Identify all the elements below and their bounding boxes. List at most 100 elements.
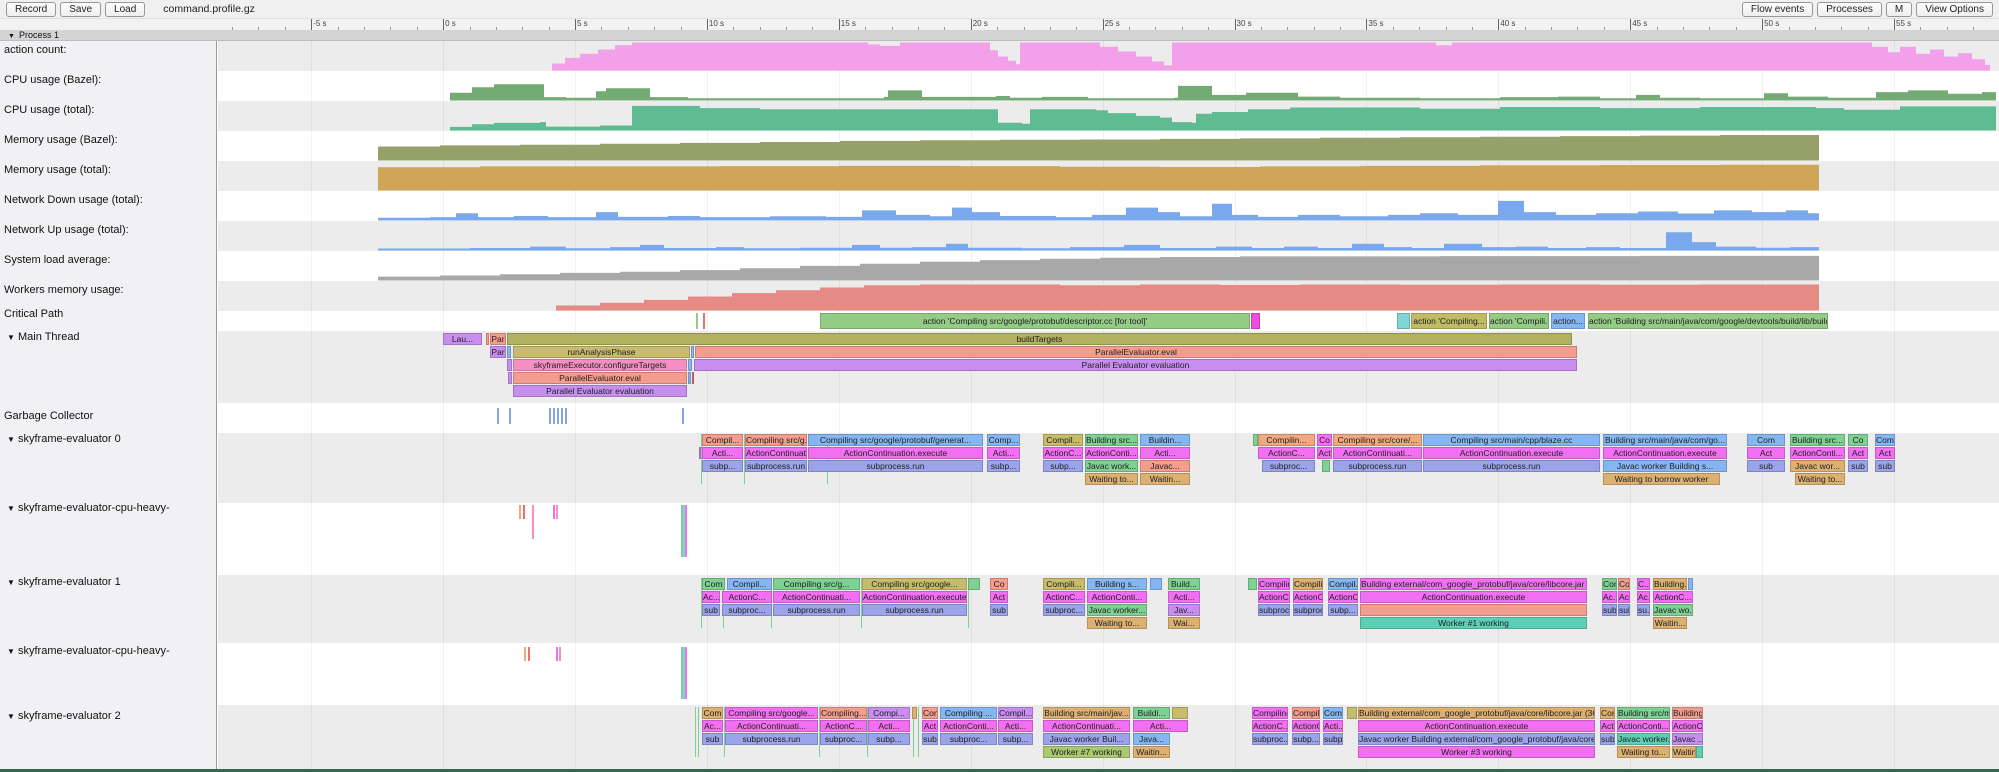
trace-slice-actionc[interactable]: ActionC... [1258,591,1290,603]
trace-slice-waitin[interactable]: Waitin... [1133,746,1170,758]
trace-slice-kha[interactable] [1172,707,1188,719]
trace-slice-subp[interactable]: subp... [987,460,1020,472]
trace-slice-actioncontinuati[interactable]: ActionContinuati... [745,447,807,459]
trace-slice-actionc[interactable]: ActionC... [722,591,772,603]
trace-slice-subp[interactable]: subp... [1323,733,1343,745]
trace-slice-waiting-to[interactable]: Waiting to... [1795,473,1845,485]
event-tick[interactable] [698,707,699,757]
trace-slice-blu[interactable] [507,346,511,358]
trace-slice-su[interactable]: su... [1637,604,1650,616]
event-tick[interactable] [556,505,558,519]
trace-slice-subproc[interactable]: subproc... [1293,604,1323,616]
trace-slice-worker-3-working[interactable]: Worker #3 working [1358,746,1595,758]
trace-slice-sub[interactable]: sub [1875,460,1895,472]
trace-slice-javac-worker[interactable]: Javac worker... [1087,604,1147,616]
trace-slice-javac-worker-building-external-com-googl[interactable]: Javac worker Building external/com_googl… [1358,733,1595,745]
trace-slice-subprocess-run[interactable]: subprocess.run [862,604,967,616]
event-tick[interactable] [523,505,525,519]
trace-slice-subproc[interactable]: subproc... [1258,604,1290,616]
trace-slice-compiling[interactable]: Compiling ... [1258,578,1290,590]
trace-slice-com[interactable]: Com [1600,707,1615,719]
trace-slice-building-src[interactable]: Building src... [1790,434,1845,446]
trace-slice-tan[interactable] [912,707,917,719]
trace-slice-building-external-com-google-protobuf-ja[interactable]: Building external/com_google_protobuf/ja… [1360,578,1587,590]
action-count-chart[interactable] [0,41,1999,71]
trace-slice-grn[interactable] [968,578,980,590]
trace-slice-compil[interactable]: Compil... [998,707,1033,719]
trace-slice-buildi[interactable]: Buildi... [1133,707,1170,719]
trace-slice-blu[interactable] [691,346,694,358]
flow-events-button[interactable]: Flow events [1742,2,1813,17]
trace-slice-com[interactable]: Com [702,578,725,590]
view-options-button[interactable]: View Options [1916,2,1993,17]
trace-slice-com[interactable]: Com... [1323,707,1343,719]
trace-slice-building-s[interactable]: Building s... [1087,578,1147,590]
trace-slice-lau[interactable]: Lau... [443,333,482,345]
trace-slice-actioncontinuation-execute[interactable]: ActionContinuation.execute [862,591,967,603]
trace-slice-mag2[interactable] [1251,313,1260,329]
trace-slice-waitin[interactable]: Waitin... [1672,746,1696,758]
track-label-main-thread-10[interactable]: ▼Main Thread [4,331,80,343]
trace-slice-acti[interactable]: Acti... [1168,591,1200,603]
trace-slice-actionc[interactable]: ActionC... [1672,720,1703,732]
event-tick[interactable] [559,647,561,661]
trace-slice-act[interactable]: Act [990,591,1008,603]
trace-slice-actionconti[interactable]: ActionConti... [1617,720,1670,732]
trace-slice-actionc[interactable]: ActionC... [820,720,867,732]
trace-slice-subproc[interactable]: subproc... [1043,604,1085,616]
trace-slice-blu[interactable] [688,372,691,384]
trace-slice-ac[interactable]: Ac... [702,720,723,732]
collapse-arrow-icon[interactable]: ▼ [4,647,18,656]
trace-slice-acti[interactable]: Acti... [1133,720,1188,732]
trace-slice-actionc[interactable]: ActionC... [1653,591,1693,603]
trace-slice-subproc[interactable]: subproc... [722,604,772,616]
trace-slice-actioncontinuation-execute[interactable]: ActionContinuation.execute [1603,447,1727,459]
trace-slice-subproc[interactable]: subproc... [940,733,997,745]
trace-slice-buildin[interactable]: Buildin... [1140,434,1190,446]
net-down-chart[interactable] [0,191,1999,221]
trace-slice-actioncontinuati[interactable]: ActionContinuati... [1043,720,1130,732]
event-tick[interactable] [557,408,559,424]
trace-slice-actioncontinuation-execute[interactable]: ActionContinuation.execute [1360,591,1587,603]
trace-slice-compiling-src-core[interactable]: Compiling src/core/... [1333,434,1422,446]
trace-slice-wai[interactable]: Wai... [1168,617,1200,629]
collapse-arrow-icon[interactable]: ▼ [4,504,18,513]
trace-slice-skyframeexecutor-configuretargets[interactable]: skyframeExecutor.configureTargets [513,359,687,371]
trace-slice-sub[interactable]: sub [702,733,723,745]
trace-slice-subprocess-run[interactable]: subprocess.run [1423,460,1600,472]
trace-slice-actioncontinuation-execute[interactable]: ActionContinuation.execute [1358,720,1595,732]
trace-slice-building[interactable]: Building ... [1672,707,1703,719]
trace-slice-subprocess-run[interactable]: subprocess.run [1333,460,1422,472]
record-button[interactable]: Record [6,2,56,17]
processes-button[interactable]: Processes [1817,2,1882,17]
trace-slice-subp[interactable]: subp... [1043,460,1083,472]
trace-slice-compilin[interactable]: Compilin... [1293,578,1323,590]
trace-slice-actionconti[interactable]: ActionConti... [1790,447,1845,459]
trace-slice-javac-wo[interactable]: Javac wo... [1653,604,1693,616]
trace-slice-grn[interactable] [1322,460,1330,472]
cpu-bazel-chart[interactable] [0,71,1999,101]
trace-slice-compil[interactable]: Compil... [727,578,772,590]
trace-slice-compili[interactable]: Compili... [1043,578,1085,590]
trace-slice-sub[interactable]: sub [1602,604,1617,616]
trace-slice-building[interactable]: Building... [1653,578,1687,590]
trace-slice-subproc[interactable]: subproc... [1262,460,1315,472]
event-tick[interactable] [685,505,687,557]
trace-slice-building-src-main-java-com-go[interactable]: Building src/main/java/com/go... [1603,434,1727,446]
trace-slice-acti[interactable]: Acti... [1323,720,1343,732]
trace-slice-com[interactable]: Com [1875,434,1895,446]
trace-slice-actioncontinuati[interactable]: ActionContinuati... [725,720,818,732]
collapse-arrow-icon[interactable]: ▼ [4,435,18,444]
trace-slice-compil[interactable]: Compil... [1328,578,1358,590]
trace-slice-compil[interactable]: Compil... [702,434,743,446]
track-label-skyframe-evaluator-2-16[interactable]: ▼skyframe-evaluator 2 [4,710,121,722]
trace-slice-sub[interactable]: sub [1600,733,1615,745]
event-tick[interactable] [519,505,521,519]
trace-slice-parallelevaluator-eval[interactable]: ParallelEvaluator.eval [513,372,687,384]
event-tick[interactable] [532,505,534,539]
sys-load-chart[interactable] [0,251,1999,281]
trace-slice-compiling-src-google-protobuf-generat[interactable]: Compiling src/google/protobuf/generat... [808,434,983,446]
trace-slice-worker-1-working[interactable]: Worker #1 working [1360,617,1587,629]
trace-slice-ac[interactable]: Ac... [702,591,720,603]
trace-slice-par[interactable]: Par [490,346,506,358]
